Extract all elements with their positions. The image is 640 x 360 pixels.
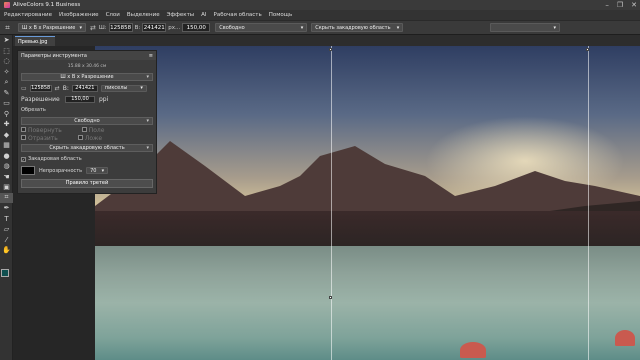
height-label: В: xyxy=(134,24,141,31)
rule-of-thirds-button[interactable]: Правило третей xyxy=(21,178,153,188)
window-title: AliveColors 9.1 Business xyxy=(13,2,81,8)
size-info: 15.88 x 30.46 см xyxy=(67,63,107,69)
red-boat xyxy=(460,342,486,358)
crop-tool-icon[interactable]: ⌗ xyxy=(0,192,13,203)
magic-wand-icon[interactable]: ✧ xyxy=(0,67,13,78)
clone-icon[interactable]: ⚲ xyxy=(0,109,13,120)
dodge-icon[interactable]: ● xyxy=(0,151,13,162)
red-boat xyxy=(615,330,635,346)
opacity-field[interactable]: 70 ▾ xyxy=(86,167,109,174)
document-tabs: Превью.jpg xyxy=(13,35,640,46)
zoom-icon[interactable]: ⌕ xyxy=(0,77,13,88)
tab-preview-jpg[interactable]: Превью.jpg xyxy=(15,36,55,46)
panel-title: Параметры инструмента xyxy=(21,52,87,59)
crop-section-label: Обрезать xyxy=(21,107,46,113)
flip-checkbox[interactable]: Отразить xyxy=(21,135,58,142)
panel-height-field[interactable]: 241421 xyxy=(71,84,98,92)
options-bar: ⌗ Ш х В х Разрешение ▾ ⇄ Ш: 125858 В: 241… xyxy=(0,20,640,35)
lasso-icon[interactable]: ◌ xyxy=(0,56,13,67)
gradient-icon[interactable]: ▦ xyxy=(0,140,13,151)
brush-icon[interactable]: ✎ xyxy=(0,88,13,99)
eyedropper-icon[interactable]: ⁄ xyxy=(0,235,13,246)
crop-guide-line[interactable] xyxy=(588,46,589,360)
foreground-color-swatch[interactable] xyxy=(1,269,9,277)
ratio-icon: ▭ xyxy=(21,84,27,92)
menu-workspace[interactable]: Рабочая область xyxy=(214,12,262,18)
menu-bar: Редактирование Изображение Слои Выделени… xyxy=(0,10,640,20)
sponge-icon[interactable]: ▣ xyxy=(0,182,13,193)
panel-width-field[interactable]: 125858 xyxy=(29,84,52,92)
close-button[interactable]: ✕ xyxy=(631,1,637,9)
menu-help[interactable]: Помощь xyxy=(269,12,292,18)
resolution-label: Разрешение xyxy=(21,95,60,103)
photo-forest xyxy=(95,211,640,251)
landscape-photo xyxy=(95,46,640,360)
offscreen-label: Закадровая область xyxy=(28,156,82,162)
minimize-button[interactable]: – xyxy=(605,1,609,9)
text-icon[interactable]: T xyxy=(0,214,13,225)
eraser-icon[interactable]: ▭ xyxy=(0,98,13,109)
photo-lake xyxy=(95,246,640,360)
offscreen-checkbox[interactable]: ✓ xyxy=(21,156,26,162)
offscreen-color-swatch[interactable] xyxy=(21,166,35,175)
menu-ai[interactable]: AI xyxy=(201,12,206,18)
height-field[interactable]: 241421 xyxy=(142,23,167,32)
width-field[interactable]: 125858 xyxy=(108,23,133,32)
panel-hide-area-dropdown[interactable]: Скрыть закадровую область ▾ xyxy=(21,144,153,152)
app-logo-icon xyxy=(4,2,10,8)
menu-layers[interactable]: Слои xyxy=(106,12,120,18)
blur-icon[interactable]: ◍ xyxy=(0,161,13,172)
crop-handle[interactable] xyxy=(329,296,332,299)
crop-guide-line[interactable] xyxy=(331,46,332,360)
opacity-label: Непрозрачность xyxy=(39,167,83,174)
rotate-checkbox[interactable]: Повернуть xyxy=(21,127,62,134)
panel-resolution-field[interactable]: 150,00 xyxy=(65,95,95,103)
heal-icon[interactable]: ✚ xyxy=(0,119,13,130)
panel-header: Параметры инструмента ≡ xyxy=(18,51,156,60)
select-rect-icon[interactable]: ⬚ xyxy=(0,46,13,57)
field-checkbox[interactable]: Поле xyxy=(81,127,104,134)
crop-mode-dropdown[interactable]: Ш х В х Разрешение ▾ xyxy=(18,23,86,32)
panel-ratio-dropdown[interactable]: Свободно ▾ xyxy=(21,117,153,125)
menu-edit[interactable]: Редактирование xyxy=(4,12,52,18)
panel-menu-icon[interactable]: ≡ xyxy=(149,53,153,59)
fill-icon[interactable]: ◆ xyxy=(0,130,13,141)
aspect-ratio-dropdown[interactable]: Свободно ▾ xyxy=(215,23,308,32)
shape-icon[interactable]: ▱ xyxy=(0,224,13,235)
unit-dropdown[interactable]: пикселы ▾ xyxy=(100,84,147,92)
hand-icon[interactable]: ✋ xyxy=(0,245,13,256)
resolution-unit-label: px... xyxy=(168,24,181,31)
move-tool-icon[interactable]: ➤ xyxy=(0,35,13,46)
swap-icon[interactable]: ⇄ xyxy=(90,24,96,32)
tool-bar: ➤ ⬚ ◌ ✧ ⌕ ✎ ▭ ⚲ ✚ ◆ ▦ ● ◍ ☚ ▣ ⌗ ✒ T ▱ ⁄ … xyxy=(0,35,13,360)
menu-effects[interactable]: Эффекты xyxy=(167,12,195,18)
bed-checkbox[interactable]: Ложе xyxy=(77,135,102,142)
width-label: Ш: xyxy=(98,24,107,31)
menu-select[interactable]: Выделение xyxy=(127,12,160,18)
extra-options-dropdown[interactable]: ▾ xyxy=(490,23,560,32)
crop-handle[interactable] xyxy=(586,48,589,51)
smudge-icon[interactable]: ☚ xyxy=(0,172,13,183)
swap-icon[interactable]: ⇄ xyxy=(55,85,60,92)
hide-area-dropdown[interactable]: Скрыть закадровую область ▾ xyxy=(311,23,404,32)
tool-settings-panel: Параметры инструмента ≡ 15.88 x 30.46 см… xyxy=(17,50,157,194)
maximize-button[interactable]: ❐ xyxy=(617,1,623,9)
resolution-field[interactable]: 150,00 xyxy=(182,23,211,32)
menu-image[interactable]: Изображение xyxy=(59,12,99,18)
panel-height-label: В: xyxy=(62,84,69,92)
crop-tool-icon: ⌗ xyxy=(5,22,10,32)
pen-icon[interactable]: ✒ xyxy=(0,203,13,214)
crop-handle[interactable] xyxy=(329,48,332,51)
panel-mode-dropdown[interactable]: Ш х В х Разрешение ▾ xyxy=(21,73,153,81)
resolution-unit: ppi xyxy=(99,95,109,103)
title-bar: AliveColors 9.1 Business – ❐ ✕ xyxy=(0,0,640,10)
